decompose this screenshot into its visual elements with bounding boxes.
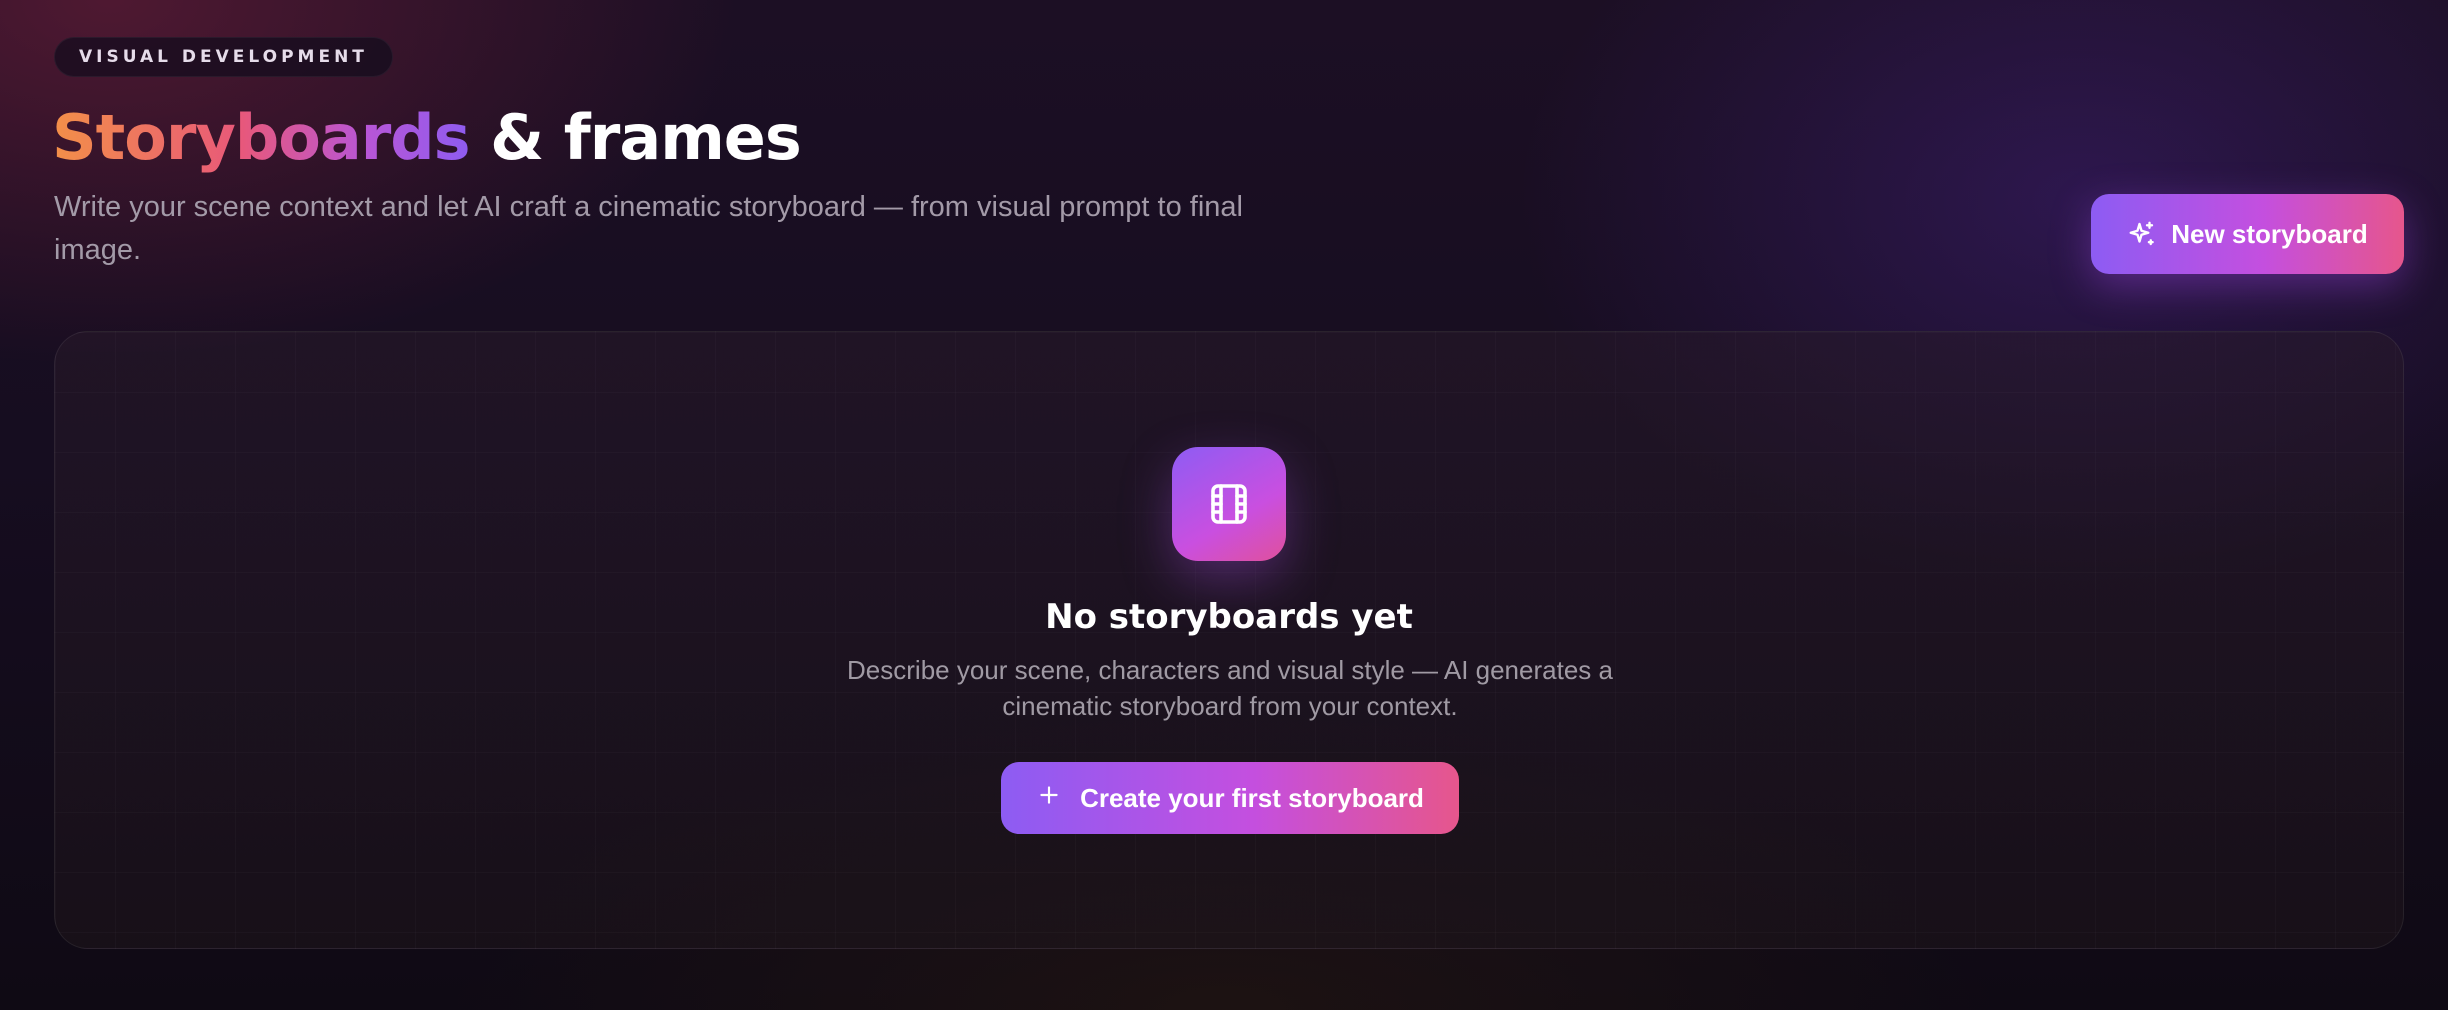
new-storyboard-button[interactable]: New storyboard — [2091, 194, 2404, 274]
page-title-rest: & frames — [469, 101, 802, 174]
film-icon — [1172, 447, 1286, 561]
create-first-storyboard-button[interactable]: Create your first storyboard — [1001, 762, 1459, 834]
eyebrow-label: VISUAL DEVELOPMENT — [79, 47, 368, 67]
page-title-accent: Storyboards — [52, 101, 471, 174]
storyboards-empty-panel: No storyboards yet Describe your scene, … — [54, 331, 2404, 949]
plus-icon — [1036, 782, 1062, 815]
empty-state-title: No storyboards yet — [1045, 597, 1413, 637]
page-subtitle: Write your scene context and let AI craf… — [54, 191, 1243, 266]
section-eyebrow-badge: VISUAL DEVELOPMENT — [54, 37, 393, 77]
sparkles-icon — [2127, 219, 2157, 249]
empty-state-description: Describe your scene, characters and visu… — [847, 655, 1613, 721]
page-title: Storyboards & frames — [52, 96, 802, 180]
new-storyboard-label: New storyboard — [2171, 218, 2368, 249]
create-first-storyboard-label: Create your first storyboard — [1080, 782, 1424, 813]
